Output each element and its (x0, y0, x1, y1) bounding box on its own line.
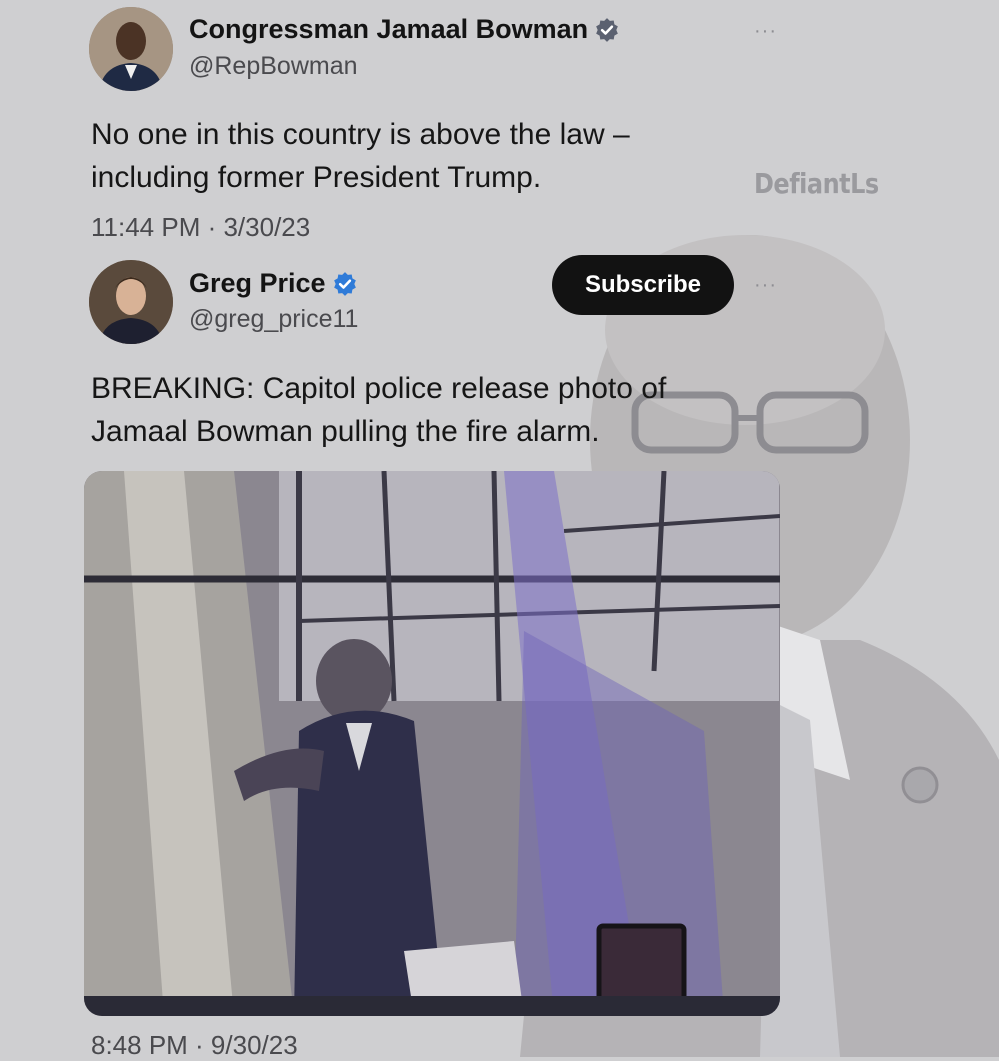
more-options-icon[interactable]: ··· (754, 274, 777, 297)
timestamp[interactable]: 11:44 PM · 3/30/23 (91, 212, 310, 243)
handle[interactable]: @RepBowman (189, 52, 358, 81)
subscribe-button[interactable]: Subscribe (552, 255, 734, 315)
tweet-text: No one in this country is above the law … (91, 113, 630, 199)
avatar[interactable] (89, 7, 173, 91)
tweet-text-line: No one in this country is above the law … (91, 118, 630, 151)
tweet-text-line: BREAKING: Capitol police release photo o… (91, 372, 667, 405)
tweet-media-image[interactable] (84, 471, 780, 1016)
verified-badge-icon (596, 17, 618, 42)
verified-badge-icon (333, 271, 356, 296)
surveillance-photo (84, 471, 780, 1016)
handle[interactable]: @greg_price11 (189, 305, 358, 334)
timestamp[interactable]: 8:48 PM · 9/30/23 (91, 1030, 298, 1061)
watermark: DefiantLs (754, 167, 879, 201)
avatar[interactable] (89, 260, 173, 344)
more-options-icon[interactable]: ··· (754, 20, 777, 43)
display-name[interactable]: Congressman Jamaal Bowman (189, 14, 588, 45)
tweet-text: BREAKING: Capitol police release photo o… (91, 367, 666, 453)
display-name[interactable]: Greg Price (189, 268, 326, 299)
tweet-text-line: including former President Trump. (91, 161, 542, 194)
tweet-text-line: Jamaal Bowman pulling the fire alarm. (91, 415, 600, 448)
